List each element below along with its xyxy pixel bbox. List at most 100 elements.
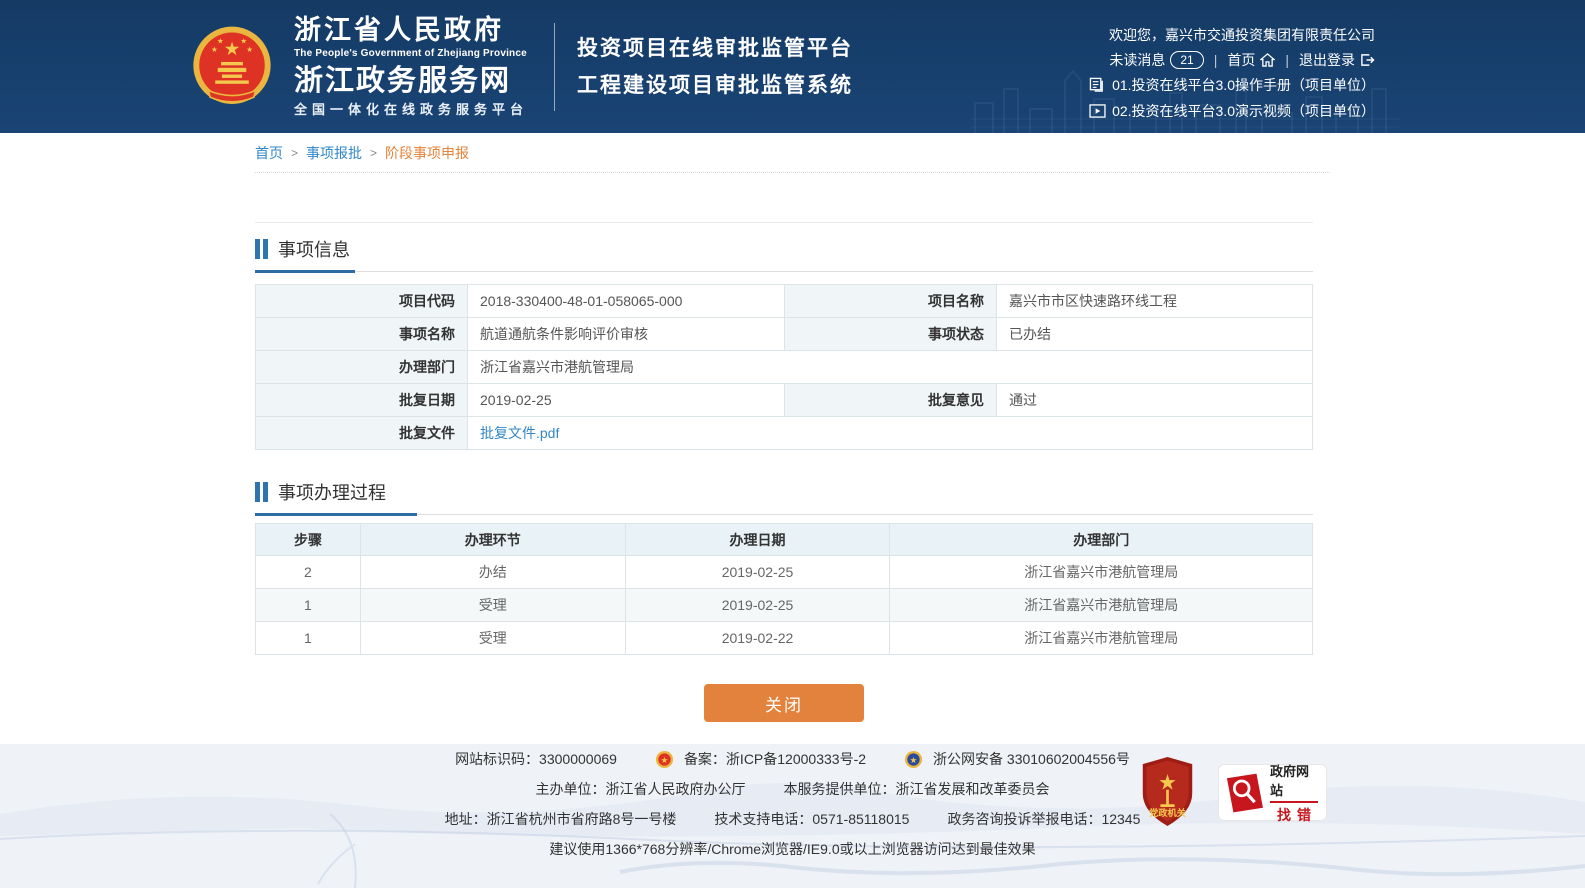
svg-text:★: ★: [661, 754, 669, 764]
home-icon: [1260, 53, 1275, 67]
unread-count-badge[interactable]: 21: [1170, 51, 1203, 69]
platform-title-1: 投资项目在线审批监管平台: [577, 30, 853, 67]
logout-icon: [1360, 53, 1375, 67]
breadcrumb-level1[interactable]: 事项报批: [306, 143, 362, 163]
section-process-header: 事项办理过程: [255, 466, 1313, 515]
party-gov-shield-badge[interactable]: ★ 党政机关: [1141, 756, 1194, 827]
approval-file-link[interactable]: 批复文件.pdf: [480, 425, 559, 441]
address: 地址：浙江省杭州市省府路8号一号楼: [445, 809, 677, 829]
svg-text:★: ★: [217, 36, 224, 45]
cell-step: 1: [256, 589, 361, 622]
cell-date: 2019-02-25: [625, 589, 890, 622]
section-info-title: 事项信息: [278, 236, 350, 262]
site-logo-text: 浙江省人民政府 The People's Government of Zheji…: [294, 17, 528, 116]
unread-messages-link[interactable]: 未读消息 21: [1109, 50, 1203, 70]
info-label: 批复文件: [256, 417, 468, 450]
svg-text:★: ★: [910, 754, 918, 764]
page-header: ★ ★ ★ ★ ★ 浙江省人民政府 The People's Governmen…: [0, 0, 1585, 133]
police-badge-icon: ★: [904, 750, 923, 769]
footer-line-1: 网站标识码：3300000069 ★ 备案：浙ICP备12000333号-2 ★…: [0, 744, 1585, 774]
find-error-text: 政府网站 找错: [1270, 761, 1318, 825]
cell-node: 受理: [360, 622, 625, 655]
video-link[interactable]: 02.投资在线平台3.0演示视频（项目单位）: [1112, 101, 1375, 121]
portal-tagline: 全国一体化在线政务服务平台: [294, 103, 528, 116]
cell-dept: 浙江省嘉兴市港航管理局: [890, 622, 1313, 655]
platform-title-2: 工程建设项目审批监管系统: [577, 67, 853, 104]
info-label: 批复日期: [256, 384, 468, 417]
find-error-title: 政府网站: [1270, 761, 1318, 803]
home-label: 首页: [1227, 50, 1255, 70]
table-row: 1 受理 2019-02-25 浙江省嘉兴市港航管理局: [256, 589, 1313, 622]
close-button[interactable]: 关闭: [704, 684, 864, 722]
section-process-title: 事项办理过程: [278, 479, 386, 505]
info-value: 浙江省嘉兴市港航管理局: [468, 351, 1313, 384]
breadcrumb-home[interactable]: 首页: [255, 143, 283, 163]
video-play-icon: [1089, 104, 1106, 118]
table-row: 2 办结 2019-02-25 浙江省嘉兴市港航管理局: [256, 556, 1313, 589]
cell-dept: 浙江省嘉兴市港航管理局: [890, 589, 1313, 622]
breadcrumb: 首页 > 事项报批 > 阶段事项申报: [255, 133, 1330, 173]
footer-line-4: 建议使用1366*768分辨率/Chrome浏览器/IE9.0或以上浏览器访问达…: [0, 834, 1585, 864]
info-value: 2018-330400-48-01-058065-000: [468, 285, 785, 318]
security-record: 浙公网安备 33010602004556号: [933, 749, 1130, 769]
manual-doc-icon: [1089, 77, 1106, 93]
table-row: 批复文件 批复文件.pdf: [256, 417, 1313, 450]
cell-node: 受理: [360, 589, 625, 622]
unread-label: 未读消息: [1109, 50, 1165, 70]
info-value: 嘉兴市市区快速路环线工程: [997, 285, 1313, 318]
column-header: 办理日期: [625, 524, 890, 556]
logout-label: 退出登录: [1299, 50, 1355, 70]
info-label: 批复意见: [785, 384, 997, 417]
page-footer: 网站标识码：3300000069 ★ 备案：浙ICP备12000333号-2 ★…: [0, 744, 1585, 888]
complaint-hotline: 政务咨询投诉举报电话：12345: [947, 809, 1140, 829]
cell-date: 2019-02-25: [625, 556, 890, 589]
gov-name: 浙江省人民政府: [294, 17, 528, 44]
cell-node: 办结: [360, 556, 625, 589]
gov-name-en: The People's Government of Zhejiang Prov…: [294, 49, 528, 59]
info-value: 已办结: [997, 318, 1313, 351]
section-bars-icon: [255, 239, 268, 259]
national-emblem-icon: ★ ★ ★ ★ ★: [190, 25, 274, 109]
platform-titles: 投资项目在线审批监管平台 工程建设项目审批监管系统: [577, 30, 853, 104]
table-row: 1 受理 2019-02-22 浙江省嘉兴市港航管理局: [256, 622, 1313, 655]
header-divider: [554, 23, 555, 111]
welcome-text: 欢迎您，嘉兴市交通投资集团有限责任公司: [1109, 25, 1375, 45]
find-error-label: 找错: [1271, 805, 1317, 825]
info-label: 项目名称: [785, 285, 997, 318]
table-row: 事项名称 航道通航条件影响评价审核 事项状态 已办结: [256, 318, 1313, 351]
process-table: 步骤 办理环节 办理日期 办理部门 2 办结 2019-02-25 浙江省嘉兴市…: [255, 523, 1313, 655]
tech-support: 技术支持电话：0571-85118015: [714, 809, 909, 829]
breadcrumb-separator: >: [370, 146, 377, 160]
organizer: 主办单位：浙江省人民政府办公厅: [536, 779, 746, 799]
table-row: 批复日期 2019-02-25 批复意见 通过: [256, 384, 1313, 417]
main-content: 事项信息 项目代码 2018-330400-48-01-058065-000 项…: [255, 222, 1313, 722]
cell-step: 1: [256, 622, 361, 655]
cell-date: 2019-02-22: [625, 622, 890, 655]
info-table: 项目代码 2018-330400-48-01-058065-000 项目名称 嘉…: [255, 284, 1313, 450]
footer-line-3: 地址：浙江省杭州市省府路8号一号楼 技术支持电话：0571-85118015 政…: [0, 804, 1585, 834]
column-header: 步骤: [256, 524, 361, 556]
svg-text:★: ★: [246, 44, 253, 53]
manual-link[interactable]: 01.投资在线平台3.0操作手册（项目单位）: [1112, 75, 1375, 95]
info-label: 项目代码: [256, 285, 468, 318]
info-value: 航道通航条件影响评价审核: [468, 318, 785, 351]
column-header: 办理环节: [360, 524, 625, 556]
section-info-header: 事项信息: [255, 223, 1313, 272]
table-header-row: 步骤 办理环节 办理日期 办理部门: [256, 524, 1313, 556]
svg-text:★: ★: [224, 38, 241, 59]
separator: |: [1285, 52, 1289, 68]
find-error-badge[interactable]: 政府网站 找错: [1219, 765, 1326, 820]
separator: |: [1214, 52, 1218, 68]
cell-dept: 浙江省嘉兴市港航管理局: [890, 556, 1313, 589]
logout-link[interactable]: 退出登录: [1299, 50, 1375, 70]
icp-record: 备案：浙ICP备12000333号-2: [684, 749, 866, 769]
info-label: 事项名称: [256, 318, 468, 351]
magnifier-icon: [1226, 772, 1263, 814]
table-row: 项目代码 2018-330400-48-01-058065-000 项目名称 嘉…: [256, 285, 1313, 318]
table-row: 办理部门 浙江省嘉兴市港航管理局: [256, 351, 1313, 384]
cell-step: 2: [256, 556, 361, 589]
column-header: 办理部门: [890, 524, 1313, 556]
home-link[interactable]: 首页: [1227, 50, 1275, 70]
police-badge-icon: ★: [655, 750, 674, 769]
browser-tip: 建议使用1366*768分辨率/Chrome浏览器/IE9.0或以上浏览器访问达…: [549, 839, 1035, 859]
